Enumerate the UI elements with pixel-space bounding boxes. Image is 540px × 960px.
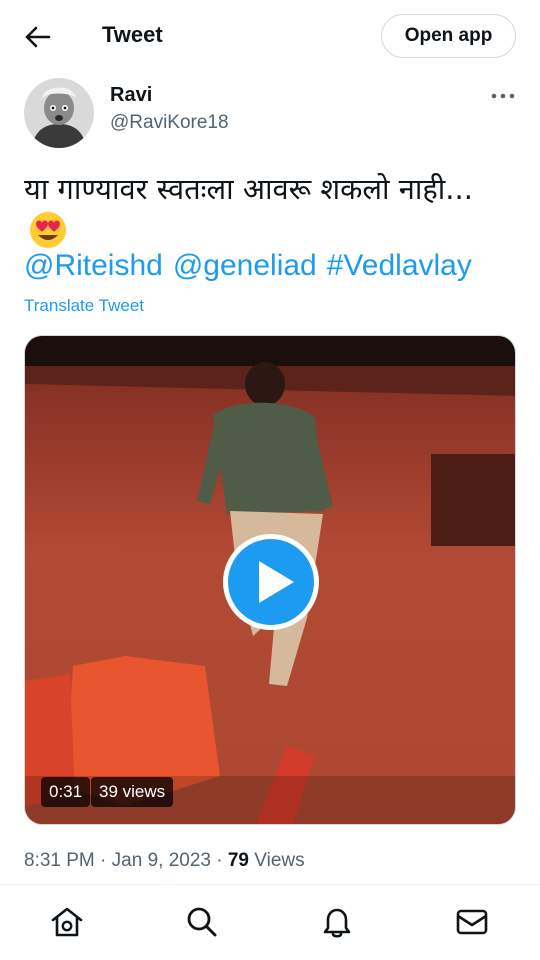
author-name[interactable]: Ravi	[110, 84, 152, 107]
video-duration-badge: 0:31	[41, 777, 91, 807]
views-label: Views	[254, 850, 305, 871]
page-title: Tweet	[102, 22, 163, 47]
mention-link[interactable]: @geneliad	[173, 249, 317, 282]
top-bar: Tweet Open app	[0, 0, 540, 74]
play-button-icon[interactable]	[221, 532, 321, 632]
heart-eyes-emoji-icon	[30, 212, 66, 248]
views-count: 79	[227, 850, 249, 871]
mention-link[interactable]: @Riteishd	[24, 249, 163, 282]
video-views-badge: 39 views	[91, 777, 174, 807]
tweet-meta: 8:31 PM · Jan 9, 2023 · 79 Views	[24, 850, 305, 872]
author-handle[interactable]: @RaviKore18	[110, 112, 229, 134]
open-app-button[interactable]: Open app	[381, 14, 516, 58]
hashtag-link[interactable]: #Vedlavlay	[327, 249, 472, 282]
video-player[interactable]: 0:31 39 views	[24, 335, 516, 825]
home-icon[interactable]	[49, 904, 85, 940]
back-arrow-icon[interactable]	[22, 24, 52, 50]
tweet-date[interactable]: Jan 9, 2023	[112, 850, 211, 871]
meta-separator: ·	[216, 850, 223, 871]
translate-tweet-link[interactable]: Translate Tweet	[24, 296, 144, 316]
mail-icon[interactable]	[454, 904, 490, 940]
meta-separator: ·	[100, 850, 107, 871]
more-options-icon[interactable]	[490, 88, 516, 104]
tweet-time[interactable]: 8:31 PM	[24, 850, 95, 871]
hashtag-mentions: @Riteishd @geneliad #Vedlavlay	[24, 249, 482, 283]
tweet-body: या गाण्यावर स्वतःला आवरू शकलो नाही...	[24, 172, 473, 206]
bell-icon[interactable]	[319, 904, 355, 940]
tweet-text: या गाण्यावर स्वतःला आवरू शकलो नाही...	[24, 168, 514, 253]
avatar[interactable]	[24, 78, 94, 148]
divider	[0, 884, 540, 885]
search-icon[interactable]	[184, 904, 220, 940]
